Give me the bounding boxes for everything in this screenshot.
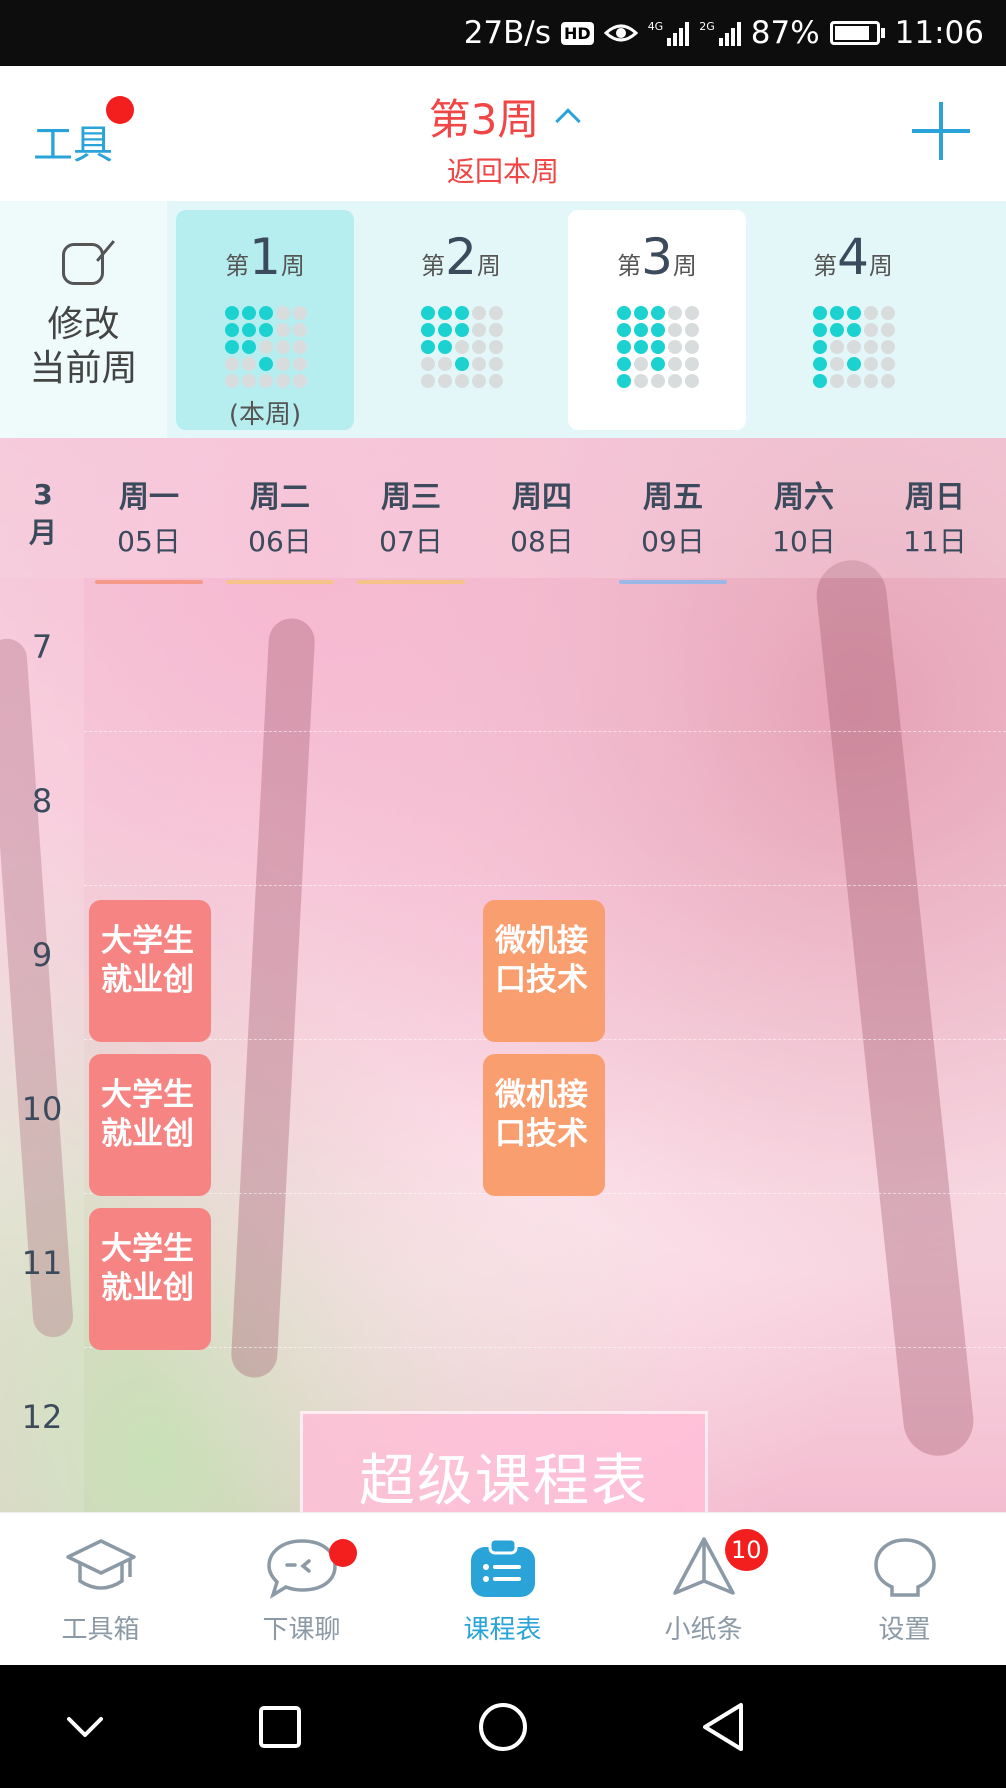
timetable[interactable]: 3月 周一 05日 周二 06日 周三 07日 周四 08日 周五 09日 周六 10日 周… [0, 438, 1006, 1512]
edit-current-week-button[interactable]: 修改 当前周 [0, 201, 167, 438]
settings-icon [874, 1538, 936, 1597]
course-card[interactable]: 大学生就业创 [89, 1054, 211, 1196]
week-4-course-dots [813, 306, 895, 388]
course-card[interactable]: 大学生就业创 [89, 900, 211, 1042]
day-column-header: 周日 11日 [903, 480, 967, 558]
tab-label: 设置 [878, 1615, 931, 1645]
day-column-header: 周六 10日 [772, 480, 836, 558]
network-speed: 27B/s [463, 15, 552, 51]
notes-badge: 10 [725, 1529, 768, 1571]
status-bar: 27B/s HD 4G 2G 87% 11:06 [0, 0, 1006, 66]
edit-icon [62, 243, 104, 285]
day-column-header: 周二 06日 [248, 480, 312, 558]
week-card-1[interactable]: 第1周 (本周) [176, 210, 354, 430]
graduation-cap-icon [66, 1539, 136, 1590]
recent-apps-icon[interactable] [250, 1697, 310, 1757]
chevron-down-icon[interactable] [55, 1697, 115, 1757]
tab-chat[interactable]: 下课聊 [201, 1513, 402, 1666]
current-week-tag: (本周) [228, 400, 302, 430]
hour-gridline [84, 1347, 1006, 1348]
day-header-row: 3月 周一 05日 周二 06日 周三 07日 周四 08日 周五 09日 周六 10日 周… [0, 438, 1006, 578]
week-card-3[interactable]: 第3周 [568, 210, 746, 430]
month-label: 3月 [28, 478, 57, 549]
hour-label: 9 [31, 936, 53, 974]
back-to-current-week-link[interactable]: 返回本周 [0, 150, 1006, 190]
week-1-course-dots [225, 306, 307, 388]
tab-label: 小纸条 [664, 1615, 743, 1645]
day-underline [95, 580, 203, 584]
clock: 11:06 [894, 15, 984, 51]
week-card-4[interactable]: 第4周 [764, 210, 942, 430]
battery-icon [829, 21, 885, 45]
hour-label: 7 [31, 628, 53, 666]
tab-notes[interactable]: 10 小纸条 [603, 1513, 804, 1666]
edit-week-label-line2: 当前周 [29, 348, 138, 389]
battery-percent: 87% [750, 15, 820, 51]
tab-schedule[interactable]: 课程表 [402, 1513, 603, 1666]
system-navigation-bar [0, 1665, 1006, 1788]
tab-label: 课程表 [463, 1615, 542, 1645]
week-card-2[interactable]: 第2周 [372, 210, 550, 430]
background-tree [813, 556, 977, 1460]
app-header: 工具 第3周 返回本周 [0, 66, 1006, 201]
tab-label: 工具箱 [61, 1615, 140, 1645]
hour-label: 12 [21, 1398, 63, 1436]
schedule-icon [471, 1537, 535, 1597]
signal-2g-icon: 2G [699, 20, 741, 46]
bottom-navigation: 工具箱 下课聊 课程表 10 小纸条 设置 [0, 1512, 1006, 1665]
back-icon[interactable] [695, 1697, 755, 1757]
hd-icon: HD [561, 21, 594, 45]
hour-label: 11 [21, 1244, 63, 1282]
chat-bubble-icon [267, 1539, 337, 1599]
course-card[interactable]: 微机接口技术 [483, 1054, 605, 1196]
eye-icon [603, 21, 638, 45]
home-icon[interactable] [473, 1697, 533, 1757]
current-week-dropdown[interactable]: 第3周 [0, 86, 1006, 147]
hour-column [0, 578, 84, 1512]
add-course-button[interactable] [912, 102, 970, 160]
chevron-up-icon [555, 108, 582, 134]
signal-4g-icon: 4G [648, 20, 690, 46]
week-2-course-dots [421, 306, 503, 388]
day-column-header: 周五 09日 [641, 480, 705, 558]
tab-label: 下课聊 [262, 1615, 341, 1645]
day-underline [619, 580, 727, 584]
week-title-label: 第3周 [428, 95, 540, 144]
hour-gridline [84, 731, 1006, 732]
hour-label: 10 [21, 1090, 63, 1128]
hour-label: 8 [31, 782, 53, 820]
day-column-header: 周一 05日 [117, 480, 181, 558]
week-3-course-dots [617, 306, 699, 388]
tab-settings[interactable]: 设置 [804, 1513, 1005, 1666]
tab-toolbox[interactable]: 工具箱 [0, 1513, 201, 1666]
hour-gridline [84, 885, 1006, 886]
course-card[interactable]: 大学生就业创 [89, 1208, 211, 1350]
day-underline [357, 580, 465, 584]
week-selector: 修改 当前周 第1周 (本周) 第2周 第3周 第4周 [0, 201, 1006, 438]
course-card[interactable]: 微机接口技术 [483, 900, 605, 1042]
app-brand-watermark: 超级课程表 [300, 1411, 708, 1512]
edit-week-label-line1: 修改 [47, 304, 120, 345]
day-column-header: 周三 07日 [379, 480, 443, 558]
day-underline [226, 580, 334, 584]
chat-notification-dot [329, 1539, 357, 1567]
day-column-header: 周四 08日 [510, 480, 574, 558]
